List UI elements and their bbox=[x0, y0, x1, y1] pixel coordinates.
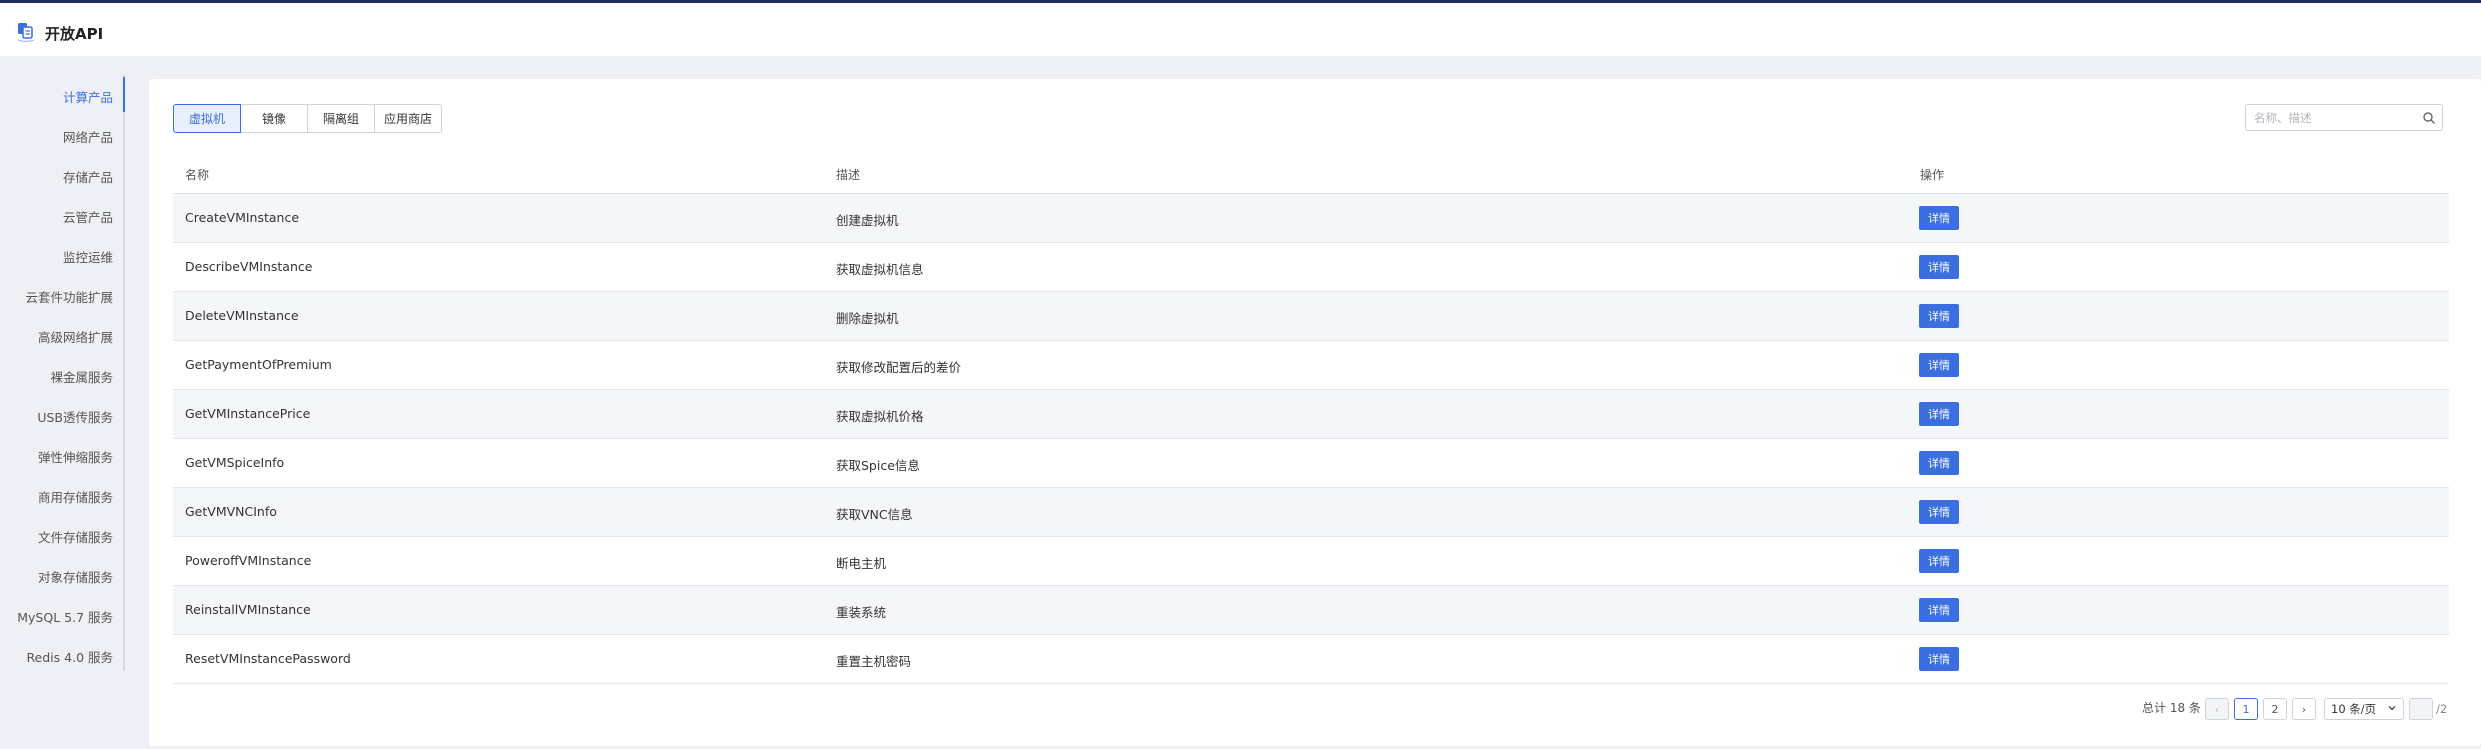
pagination-page-1[interactable]: 1 bbox=[2234, 698, 2258, 720]
page-size-select[interactable]: 10 条/页 bbox=[2324, 698, 2404, 720]
api-name: ReinstallVMInstance bbox=[185, 602, 311, 617]
api-table: 名称 描述 操作 CreateVMInstance 创建虚拟机 详情 Descr… bbox=[173, 154, 2449, 684]
api-description: 重置主机密码 bbox=[836, 654, 912, 669]
sidebar-item-usb[interactable]: USB透传服务 bbox=[37, 407, 113, 426]
table-row: CreateVMInstance 创建虚拟机 详情 bbox=[173, 194, 2449, 243]
table-row: GetVMInstancePrice 获取虚拟机价格 详情 bbox=[173, 390, 2449, 439]
sidebar-item-monitoring[interactable]: 监控运维 bbox=[63, 247, 113, 266]
page-jump-input[interactable] bbox=[2409, 698, 2433, 720]
tab-bar: 虚拟机 镜像 隔离组 应用商店 bbox=[173, 104, 442, 133]
sidebar-item-network[interactable]: 网络产品 bbox=[63, 127, 113, 146]
sidebar-item-storage[interactable]: 存储产品 bbox=[63, 167, 113, 186]
chevron-down-icon bbox=[2388, 706, 2396, 711]
api-name: GetVMVNCInfo bbox=[185, 504, 277, 519]
table-row: DescribeVMInstance 获取虚拟机信息 详情 bbox=[173, 243, 2449, 292]
detail-button[interactable]: 详情 bbox=[1919, 598, 1959, 622]
top-bar: 开放API bbox=[0, 0, 2481, 56]
detail-button[interactable]: 详情 bbox=[1919, 451, 1959, 475]
table-row: GetPaymentOfPremium 获取修改配置后的差价 详情 bbox=[173, 341, 2449, 390]
sidebar-item-mysql[interactable]: MySQL 5.7 服务 bbox=[17, 607, 113, 626]
main-panel: 虚拟机 镜像 隔离组 应用商店 名称 描述 操作 CreateVMInstanc… bbox=[149, 79, 2481, 746]
api-name: ResetVMInstancePassword bbox=[185, 651, 351, 666]
api-logo-icon bbox=[17, 23, 35, 43]
sidebar-active-indicator bbox=[123, 77, 125, 112]
tab-image[interactable]: 镜像 bbox=[241, 104, 308, 133]
api-description: 断电主机 bbox=[836, 556, 887, 571]
detail-button[interactable]: 详情 bbox=[1919, 304, 1959, 328]
api-description: 删除虚拟机 bbox=[836, 311, 899, 326]
api-description: 重装系统 bbox=[836, 605, 887, 620]
pagination-page-2[interactable]: 2 bbox=[2263, 698, 2287, 720]
detail-button[interactable]: 详情 bbox=[1919, 206, 1959, 230]
pagination-prev-button[interactable]: ‹ bbox=[2205, 698, 2229, 720]
detail-button[interactable]: 详情 bbox=[1919, 549, 1959, 573]
sidebar-item-object-storage[interactable]: 对象存储服务 bbox=[38, 567, 113, 586]
sidebar-item-commercial-storage[interactable]: 商用存储服务 bbox=[38, 487, 113, 506]
sidebar-item-suite-ext[interactable]: 云套件功能扩展 bbox=[25, 287, 113, 306]
page-size-value: 10 条/页 bbox=[2331, 702, 2377, 716]
api-description: 获取虚拟机信息 bbox=[836, 262, 924, 277]
table-row: GetVMSpiceInfo 获取Spice信息 详情 bbox=[173, 439, 2449, 488]
api-description: 获取虚拟机价格 bbox=[836, 409, 924, 424]
sidebar-item-adv-network[interactable]: 高级网络扩展 bbox=[38, 327, 113, 346]
api-name: DeleteVMInstance bbox=[185, 308, 299, 323]
column-header-actions: 操作 bbox=[1920, 168, 1945, 182]
table-row: ResetVMInstancePassword 重置主机密码 详情 bbox=[173, 635, 2449, 684]
sidebar-item-cloud-mgmt[interactable]: 云管产品 bbox=[63, 207, 113, 226]
sidebar-item-redis[interactable]: Redis 4.0 服务 bbox=[26, 647, 113, 666]
api-description: 获取修改配置后的差价 bbox=[836, 360, 962, 375]
table-row: DeleteVMInstance 删除虚拟机 详情 bbox=[173, 292, 2449, 341]
detail-button[interactable]: 详情 bbox=[1919, 353, 1959, 377]
sidebar: 计算产品 网络产品 存储产品 云管产品 监控运维 云套件功能扩展 高级网络扩展 … bbox=[0, 75, 125, 671]
tab-app-store[interactable]: 应用商店 bbox=[375, 104, 442, 133]
column-header-name: 名称 bbox=[185, 168, 210, 182]
column-header-description: 描述 bbox=[836, 168, 861, 182]
pagination-total: 总计 18 条 bbox=[2142, 701, 2201, 715]
api-name: CreateVMInstance bbox=[185, 210, 300, 225]
api-description: 获取VNC信息 bbox=[836, 507, 913, 522]
sidebar-item-bare-metal[interactable]: 裸金属服务 bbox=[50, 367, 113, 386]
detail-button[interactable]: 详情 bbox=[1919, 255, 1959, 279]
api-name: DescribeVMInstance bbox=[185, 259, 313, 274]
app-title: 开放API bbox=[45, 25, 104, 43]
table-row: PoweroffVMInstance 断电主机 详情 bbox=[173, 537, 2449, 586]
search-icon[interactable] bbox=[2422, 111, 2436, 125]
detail-button[interactable]: 详情 bbox=[1919, 647, 1959, 671]
pagination-next-button[interactable]: › bbox=[2292, 698, 2316, 720]
sidebar-item-autoscaling[interactable]: 弹性伸缩服务 bbox=[38, 447, 113, 466]
table-row: GetVMVNCInfo 获取VNC信息 详情 bbox=[173, 488, 2449, 537]
table-row: ReinstallVMInstance 重装系统 详情 bbox=[173, 586, 2449, 635]
tab-vm[interactable]: 虚拟机 bbox=[173, 104, 241, 133]
detail-button[interactable]: 详情 bbox=[1919, 402, 1959, 426]
api-name: GetVMInstancePrice bbox=[185, 406, 311, 421]
detail-button[interactable]: 详情 bbox=[1919, 500, 1959, 524]
api-name: PoweroffVMInstance bbox=[185, 553, 312, 568]
search-input[interactable] bbox=[2254, 109, 2414, 126]
api-description: 创建虚拟机 bbox=[836, 213, 899, 228]
api-name: GetPaymentOfPremium bbox=[185, 357, 332, 372]
api-description: 获取Spice信息 bbox=[836, 458, 920, 473]
sidebar-item-file-storage[interactable]: 文件存储服务 bbox=[38, 527, 113, 546]
search-box bbox=[2245, 104, 2443, 131]
sidebar-item-compute[interactable]: 计算产品 bbox=[63, 87, 113, 106]
api-name: GetVMSpiceInfo bbox=[185, 455, 285, 470]
pagination-page-count: /2 bbox=[2436, 702, 2448, 716]
tab-isolation-group[interactable]: 隔离组 bbox=[308, 104, 375, 133]
table-header: 名称 描述 操作 bbox=[173, 154, 2449, 194]
